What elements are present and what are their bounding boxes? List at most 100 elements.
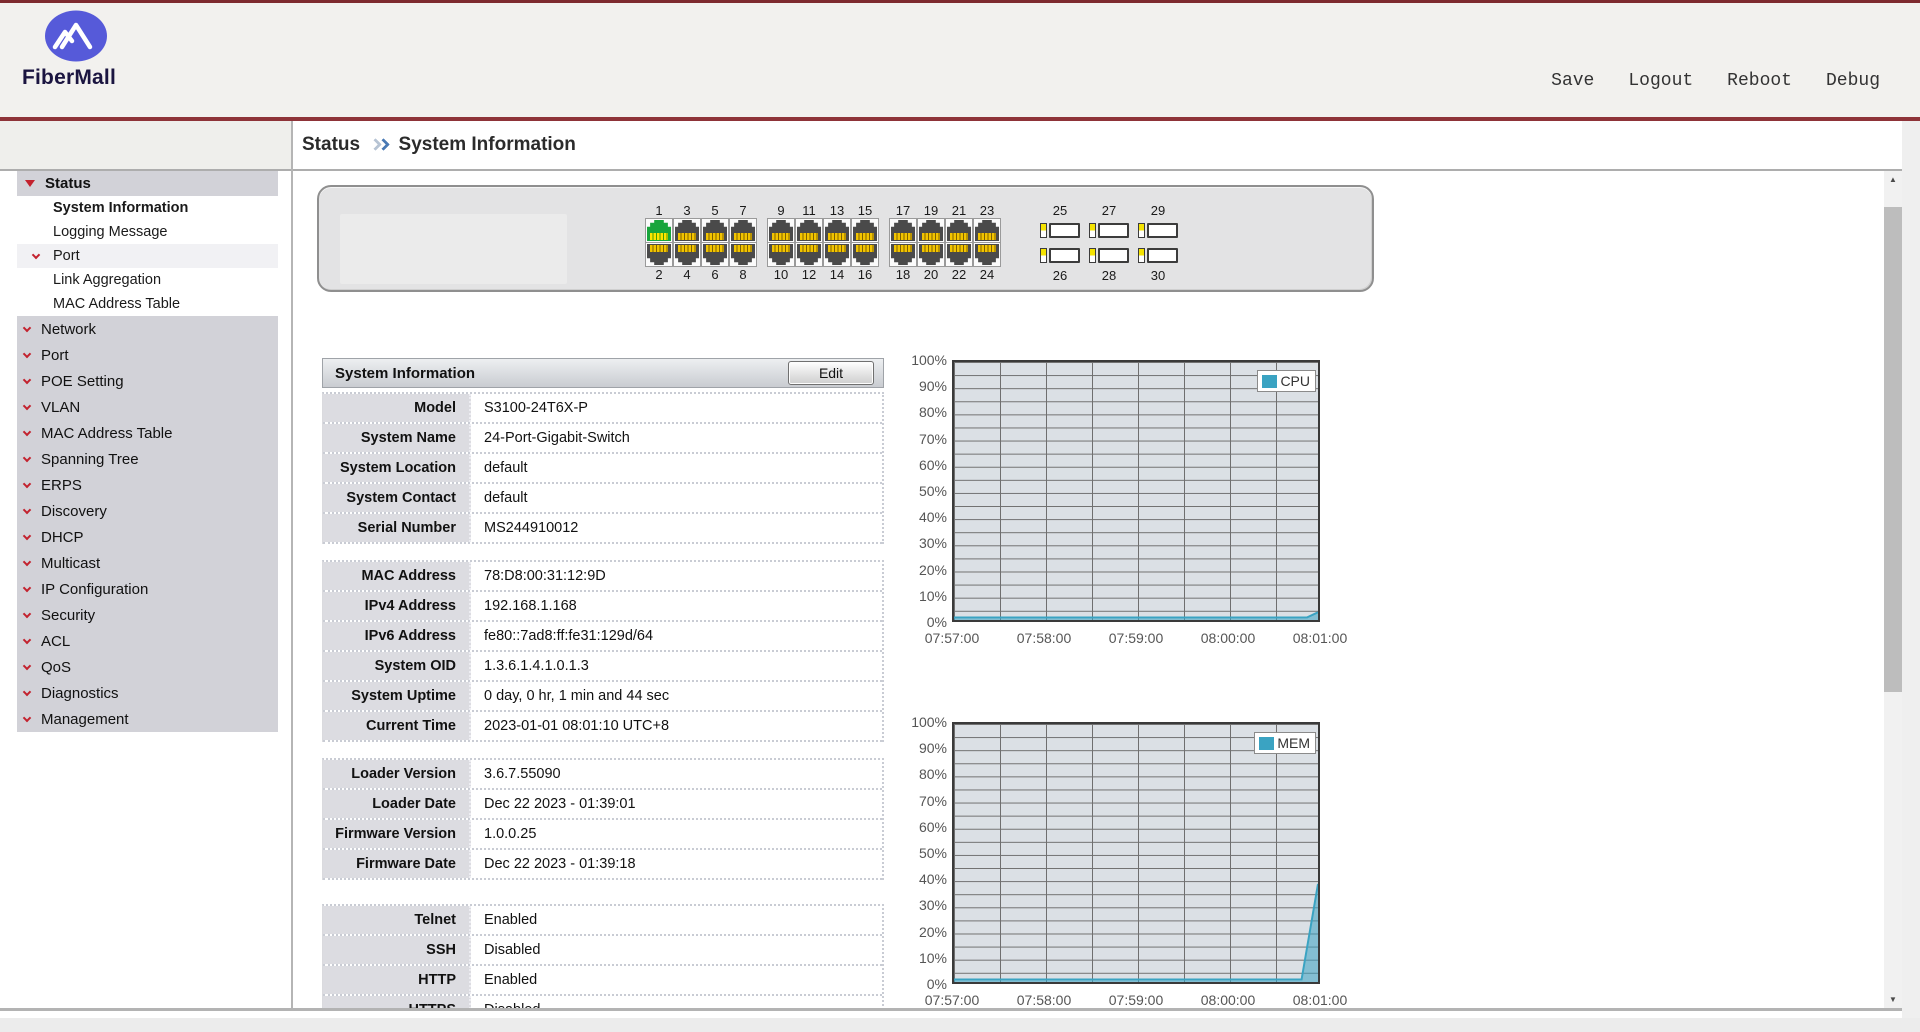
sfp-port[interactable] xyxy=(1138,223,1178,238)
sidebar-group[interactable]: Management xyxy=(17,706,278,732)
rj45-port[interactable] xyxy=(701,242,729,267)
rj45-port[interactable] xyxy=(889,242,917,267)
sidebar-group[interactable]: Security xyxy=(17,602,278,628)
rj45-port[interactable] xyxy=(645,218,673,243)
row-value: 24-Port-Gigabit-Switch xyxy=(471,424,882,452)
switch-face-label-area xyxy=(340,214,567,284)
scroll-up-button[interactable]: ▲ xyxy=(1884,171,1902,188)
sfp-port[interactable] xyxy=(1089,223,1129,238)
sfp-port-number: 28 xyxy=(1102,268,1116,283)
sidebar-group-status[interactable]: Status xyxy=(17,171,278,196)
rj45-port[interactable] xyxy=(645,242,673,267)
sfp-port[interactable] xyxy=(1089,248,1129,263)
sidebar-group[interactable]: VLAN xyxy=(17,394,278,420)
sidebar-item[interactable]: Link Aggregation xyxy=(17,268,278,292)
row-value: Dec 22 2023 - 01:39:01 xyxy=(471,790,882,818)
rj45-port[interactable] xyxy=(673,242,701,267)
row-label: Model xyxy=(323,394,471,422)
rj45-port[interactable] xyxy=(823,242,851,267)
rj45-port[interactable] xyxy=(673,218,701,243)
rj45-port[interactable] xyxy=(729,218,757,243)
rj45-port[interactable] xyxy=(701,218,729,243)
sidebar-group[interactable]: ACL xyxy=(17,628,278,654)
sidebar-item[interactable]: MAC Address Table xyxy=(17,292,278,316)
sidebar-group[interactable]: Multicast xyxy=(17,550,278,576)
sidebar-group[interactable]: MAC Address Table xyxy=(17,420,278,446)
sidebar-group[interactable]: DHCP xyxy=(17,524,278,550)
sfp-port[interactable] xyxy=(1040,223,1080,238)
table-row: Loader Version 3.6.7.55090 xyxy=(323,760,882,790)
port-number: 13 xyxy=(830,203,844,218)
rj45-port[interactable] xyxy=(851,218,879,243)
rj45-port[interactable] xyxy=(795,242,823,267)
sidebar-group[interactable]: IP Configuration xyxy=(17,576,278,602)
x-tick-label: 08:00:00 xyxy=(1201,630,1256,646)
sidebar-item[interactable]: System Information xyxy=(17,196,278,220)
mem-chart-plot-area: MEM xyxy=(952,722,1320,984)
rj45-port[interactable] xyxy=(973,242,1001,267)
sidebar-group[interactable]: ERPS xyxy=(17,472,278,498)
table-group-identity: Model S3100-24T6X-P System Name 24-Port-… xyxy=(322,392,884,544)
header-nav-link[interactable]: Reboot xyxy=(1727,71,1792,91)
table-row: HTTPS Disabled xyxy=(323,996,882,1008)
rj45-pins-icon xyxy=(828,245,846,252)
rj45-group: 1718192021222324 xyxy=(889,203,1001,283)
rj45-port[interactable] xyxy=(917,218,945,243)
table-row: System Uptime 0 day, 0 hr, 1 min and 44 … xyxy=(323,682,882,712)
rj45-pins-icon xyxy=(950,233,968,240)
y-tick-label: 90% xyxy=(905,740,947,756)
rj45-port[interactable] xyxy=(945,218,973,243)
row-value: Enabled xyxy=(471,966,882,994)
rj45-port-column: 1920 xyxy=(917,203,945,283)
brand-text: FiberMall xyxy=(22,66,162,90)
sidebar-group[interactable]: Discovery xyxy=(17,498,278,524)
rj45-port[interactable] xyxy=(917,242,945,267)
sidebar-item[interactable]: Port xyxy=(17,244,278,268)
table-row: IPv6 Address fe80::7ad8:ff:fe31:129d/64 xyxy=(323,622,882,652)
rj45-port[interactable] xyxy=(823,218,851,243)
sidebar-group[interactable]: Diagnostics xyxy=(17,680,278,706)
port-number: 17 xyxy=(896,203,910,218)
switch-front-panel: 12345678 910111213141516 171819202122232… xyxy=(317,185,1374,292)
sidebar-group-label: IP Configuration xyxy=(41,581,148,598)
port-number: 21 xyxy=(952,203,966,218)
rj45-pins-icon xyxy=(856,233,874,240)
legend-swatch-icon xyxy=(1262,375,1277,388)
sidebar-item[interactable]: Logging Message xyxy=(17,220,278,244)
sidebar-group[interactable]: Spanning Tree xyxy=(17,446,278,472)
sfp-port[interactable] xyxy=(1040,248,1080,263)
sfp-slot-icon xyxy=(1049,223,1080,238)
vertical-scrollbar[interactable]: ▲ ▼ xyxy=(1884,171,1902,1008)
scroll-down-button[interactable]: ▼ xyxy=(1884,991,1902,1008)
header-nav-link[interactable]: Logout xyxy=(1628,71,1693,91)
breadcrumb-section: Status xyxy=(302,134,360,156)
row-label: System Location xyxy=(323,454,471,482)
scrollbar-thumb[interactable] xyxy=(1884,207,1902,692)
rj45-port[interactable] xyxy=(795,218,823,243)
sidebar-group-label: VLAN xyxy=(41,399,80,416)
rj45-group: 910111213141516 xyxy=(767,203,879,283)
sidebar-group[interactable]: POE Setting xyxy=(17,368,278,394)
rj45-port[interactable] xyxy=(889,218,917,243)
chevron-down-icon xyxy=(23,427,31,435)
edit-button[interactable]: Edit xyxy=(788,361,874,385)
rj45-port[interactable] xyxy=(767,242,795,267)
header-nav-link[interactable]: Save xyxy=(1551,71,1594,91)
table-header: System Information Edit xyxy=(322,358,884,388)
table-row: SSH Disabled xyxy=(323,936,882,966)
sfp-port-number: 26 xyxy=(1053,268,1067,283)
rj45-pins-icon xyxy=(650,233,668,240)
rj45-port[interactable] xyxy=(945,242,973,267)
row-label: System Uptime xyxy=(323,682,471,710)
rj45-port[interactable] xyxy=(851,242,879,267)
sidebar-group[interactable]: Network xyxy=(17,316,278,342)
rj45-port[interactable] xyxy=(729,242,757,267)
sfp-port[interactable] xyxy=(1138,248,1178,263)
rj45-port[interactable] xyxy=(767,218,795,243)
port-number: 22 xyxy=(952,267,966,282)
sidebar-group[interactable]: QoS xyxy=(17,654,278,680)
header-nav-link[interactable]: Debug xyxy=(1826,71,1880,91)
sidebar-group[interactable]: Port xyxy=(17,342,278,368)
sfp-column: 27 xyxy=(1087,203,1131,283)
rj45-port[interactable] xyxy=(973,218,1001,243)
